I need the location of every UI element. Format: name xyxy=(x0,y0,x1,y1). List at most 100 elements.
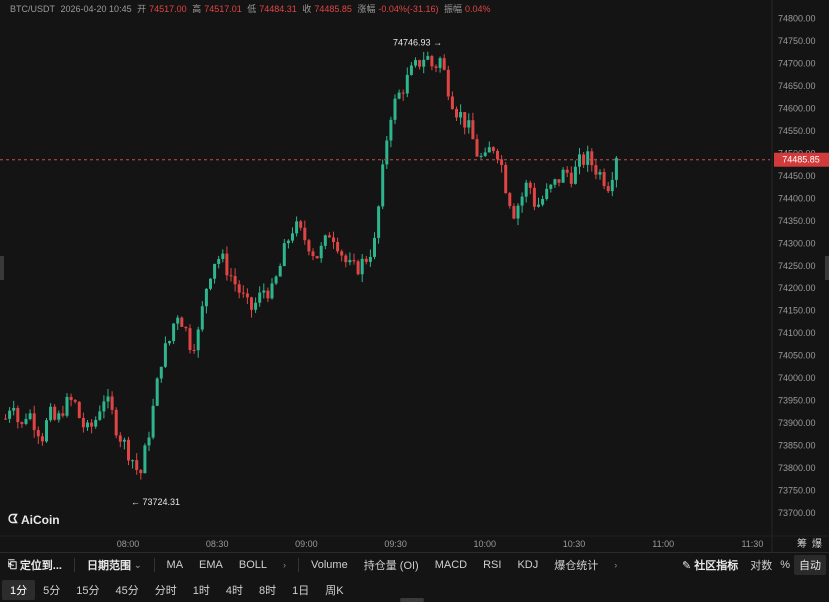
chart-area[interactable]: 74800.00 74750.00 74700.00 74650.00 74600.00… xyxy=(0,0,829,552)
timeframe-timeshare[interactable]: 分时 xyxy=(147,580,185,600)
y-tick-label: 74300.00 xyxy=(778,238,816,248)
candle-body xyxy=(450,96,454,109)
locate-button[interactable]: ⎗ 定位到... xyxy=(0,557,70,573)
chevron-right-icon[interactable]: › xyxy=(606,560,625,570)
candle-body xyxy=(442,58,446,70)
y-tick-label: 74700.00 xyxy=(778,58,816,68)
indicator-liquidation[interactable]: 爆仓统计 xyxy=(546,557,606,573)
y-tick-label: 73700.00 xyxy=(778,508,816,518)
indicator-rsi[interactable]: RSI xyxy=(475,559,509,571)
candle-body xyxy=(496,150,499,160)
candle-body xyxy=(286,240,290,244)
change-label: 涨幅 xyxy=(357,4,376,14)
y-tick-label: 73850.00 xyxy=(778,441,816,451)
close-value: 74485.85 xyxy=(314,4,352,14)
candle-body xyxy=(455,108,458,118)
timeframe-weekly[interactable]: 周K xyxy=(317,580,351,600)
candle-body xyxy=(344,255,348,263)
candle-body xyxy=(532,187,536,207)
locate-label: 定位到... xyxy=(19,560,62,572)
indicator-oi[interactable]: 持仓量 (OI) xyxy=(356,557,427,573)
timeframe-1m[interactable]: 1分 xyxy=(2,579,36,600)
candle-body xyxy=(32,413,36,431)
candle-body xyxy=(360,258,364,275)
candle-body xyxy=(151,405,155,438)
candle-body xyxy=(537,204,540,207)
open-value: 74517.00 xyxy=(149,4,187,14)
candle-body xyxy=(233,276,237,285)
indicator-ma[interactable]: MA xyxy=(159,559,192,571)
indicator-macd[interactable]: MACD xyxy=(427,559,475,571)
right-drag-handle[interactable] xyxy=(825,256,829,280)
timeframe-1h[interactable]: 1时 xyxy=(185,580,218,600)
candle-body xyxy=(20,422,24,424)
candle-body xyxy=(282,243,286,267)
x-tick-label: 10:30 xyxy=(563,539,586,549)
candle-body xyxy=(385,140,389,165)
indicator-volume[interactable]: Volume xyxy=(303,559,356,571)
candle-body xyxy=(176,317,180,324)
candle-body xyxy=(586,151,590,165)
candle-body xyxy=(245,293,249,298)
candle-body xyxy=(127,439,130,461)
candle-body xyxy=(578,154,581,167)
candle-body xyxy=(200,306,204,330)
timeframe-5m[interactable]: 5分 xyxy=(35,580,68,600)
candle-body xyxy=(348,260,352,263)
timeframe-15m[interactable]: 15分 xyxy=(68,580,107,600)
timeframe-45m[interactable]: 45分 xyxy=(108,580,147,600)
y-tick-label: 74400.00 xyxy=(778,193,816,203)
y-tick-label: 74050.00 xyxy=(778,351,816,361)
divider xyxy=(73,558,75,572)
y-tick-label: 74450.00 xyxy=(778,171,816,181)
candlestick-chart[interactable]: 74800.00 74750.00 74700.00 74650.00 74600.00… xyxy=(0,0,829,552)
divider xyxy=(298,558,300,572)
candle-body xyxy=(102,401,106,412)
auto-scale-toggle[interactable]: 自动 xyxy=(794,555,826,575)
log-scale-toggle[interactable]: 对数 xyxy=(746,557,776,573)
timeframe-4h[interactable]: 4时 xyxy=(218,580,251,600)
timeframe-8h[interactable]: 8时 xyxy=(251,580,284,600)
candle-body xyxy=(434,66,438,68)
candle-body xyxy=(311,251,315,257)
y-tick-label: 74750.00 xyxy=(778,36,816,46)
candle-body xyxy=(463,112,467,128)
candle-body xyxy=(409,65,413,75)
percent-toggle[interactable]: % xyxy=(776,559,794,571)
chevron-down-icon: ⌄ xyxy=(133,559,142,570)
community-indicator-button[interactable]: ✎ 社区指标 xyxy=(674,557,746,573)
indicator-boll[interactable]: BOLL xyxy=(231,559,275,571)
bottom-resize-handle[interactable] xyxy=(400,598,424,602)
chevron-right-icon[interactable]: › xyxy=(275,560,294,570)
y-tick-label: 74200.00 xyxy=(778,283,816,293)
candle-body xyxy=(258,292,262,303)
indicator-kdj[interactable]: KDJ xyxy=(509,559,546,571)
candle-body xyxy=(237,284,241,293)
left-drag-handle[interactable] xyxy=(0,256,4,280)
candle-body xyxy=(147,437,151,446)
indicator-ema[interactable]: EMA xyxy=(191,559,231,571)
candle-body xyxy=(53,406,57,420)
candle-body xyxy=(4,418,7,420)
amplitude-label: 振幅 xyxy=(443,4,462,14)
candle-body xyxy=(77,401,81,419)
candle-body xyxy=(418,60,422,67)
timeframe-1d[interactable]: 1日 xyxy=(284,580,317,600)
depth-tab: 筹 xyxy=(797,537,807,550)
candle-body xyxy=(401,92,405,94)
candle-body xyxy=(483,152,487,156)
candle-body xyxy=(327,235,331,238)
candle-body xyxy=(614,157,618,180)
candle-body xyxy=(262,290,266,293)
date-range-dropdown[interactable]: 日期范围 ⌄ xyxy=(79,557,150,573)
candle-body xyxy=(364,258,368,262)
candle-body xyxy=(36,430,40,437)
candle-body xyxy=(512,206,516,219)
high-label: 高 xyxy=(192,4,202,14)
candle-body xyxy=(61,413,65,416)
candle-body xyxy=(590,151,594,166)
candle-body xyxy=(213,263,217,279)
candle-body xyxy=(524,182,528,197)
y-tick-label: 74100.00 xyxy=(778,328,816,338)
candle-body xyxy=(40,436,44,442)
